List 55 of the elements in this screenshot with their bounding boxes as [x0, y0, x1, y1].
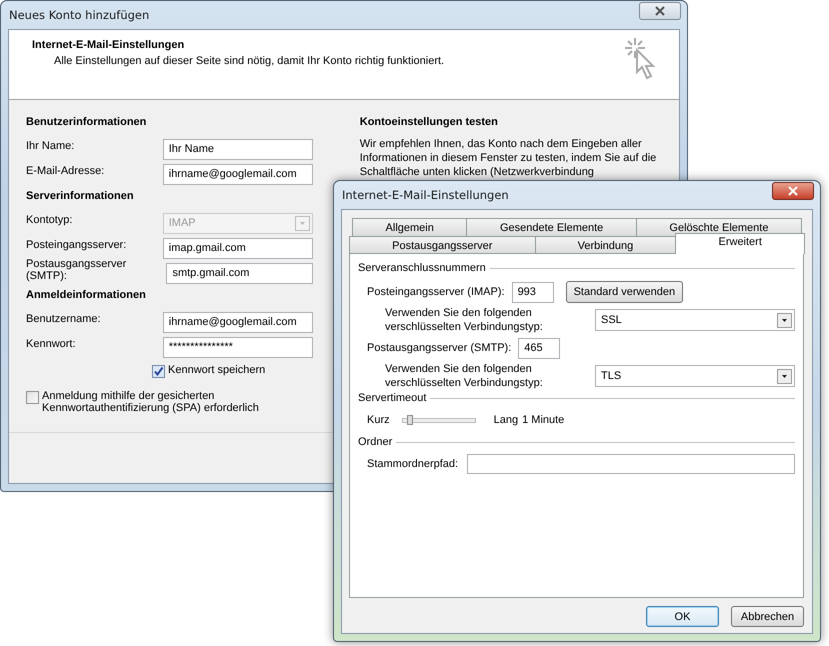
input-field[interactable]: [467, 454, 795, 474]
close-button[interactable]: [639, 2, 681, 20]
dialog-title: Internet-E-Mail-Einstellungen: [342, 188, 509, 202]
default-button[interactable]: Standard verwenden: [566, 281, 684, 303]
timeout-slider[interactable]: [402, 418, 476, 422]
close-icon: [787, 186, 799, 196]
field-label: Kontotyp:: [26, 214, 72, 226]
tab[interactable]: Allgemein: [352, 218, 468, 236]
field-label: Postausgangsserver (SMTP):: [26, 258, 128, 282]
password-field[interactable]: ***************: [162, 336, 313, 358]
port-field[interactable]: 465: [518, 338, 560, 358]
section-heading: Benutzerinformationen: [26, 116, 148, 128]
page-title: Internet-E-Mail-Einstellungen: [32, 39, 186, 51]
slider-label: Lang: [494, 414, 518, 426]
slider-thumb[interactable]: [406, 414, 413, 424]
tab[interactable]: Verbindung: [534, 236, 676, 254]
field-label: Benutzername:: [26, 313, 101, 325]
port-field[interactable]: 993: [512, 282, 554, 302]
encryption-dropdown[interactable]: SSL: [595, 309, 795, 331]
input-field[interactable]: imap.gmail.com: [162, 238, 313, 258]
input-field[interactable]: smtp.gmail.com: [166, 262, 313, 284]
dialog-button[interactable]: OK: [646, 606, 719, 627]
checkmark-icon: [153, 366, 164, 377]
field-label: Posteingangsserver (IMAP):: [367, 286, 505, 298]
group-heading: Serveranschlussnummern: [358, 262, 486, 274]
input-field[interactable]: ihrname@googlemail.com: [162, 164, 313, 184]
info-paragraph: Wir empfehlen Ihnen, das Konto nach dem Eingeben aller Informationen in diesem Fenster zu testen, indem Sie auf die Schaltfläche unten klicken (Netzwerkverbindung: [360, 137, 658, 179]
close-icon: [654, 6, 666, 16]
field-label: Kennwort:: [26, 338, 76, 350]
field-label: Stammordnerpfad:: [367, 458, 458, 470]
tab[interactable]: Gesendete Elemente: [466, 218, 637, 236]
window-title: Neues Konto hinzufügen: [9, 8, 150, 22]
input-field[interactable]: ihrname@googlemail.com: [162, 312, 313, 332]
remember-password-checkbox[interactable]: Kennwort speichern: [152, 364, 266, 378]
page-subtitle: Alle Einstellungen auf dieser Seite sind nötig, damit Ihr Konto richtig funktioniert.: [54, 55, 444, 67]
close-button[interactable]: [772, 182, 814, 200]
section-heading: Serverinformationen: [26, 190, 135, 202]
section-heading: Kontoeinstellungen testen: [360, 116, 499, 128]
field-label: E-Mail-Adresse:: [26, 165, 104, 177]
section-heading: Anmeldeinformationen: [26, 289, 147, 301]
dialog-button[interactable]: Abbrechen: [731, 606, 804, 627]
spa-checkbox[interactable]: Anmeldung mithilfe der gesicherten Kennwortauthentifizierung (SPA) erforderlich: [26, 390, 313, 414]
field-label: Verwenden Sie den folgenden verschlüsselten Verbindungstyp:: [385, 362, 544, 390]
slider-reading: 1 Minute: [522, 414, 564, 426]
input-field[interactable]: Ihr Name: [162, 138, 313, 160]
field-label: Posteingangsserver:: [26, 239, 126, 251]
field-label: Ihr Name:: [26, 140, 74, 152]
tab[interactable]: Postausgangsserver: [349, 236, 536, 254]
group-heading: Ordner: [358, 436, 392, 448]
tab[interactable]: Erweitert: [675, 233, 806, 254]
slider-label: Kurz: [367, 414, 390, 426]
field-label: Verwenden Sie den folgenden verschlüsselten Verbindungstyp:: [385, 306, 544, 334]
group-heading: Servertimeout: [358, 392, 426, 404]
encryption-dropdown[interactable]: TLS: [595, 365, 795, 387]
field-label: Postausgangsserver (SMTP):: [367, 342, 512, 354]
